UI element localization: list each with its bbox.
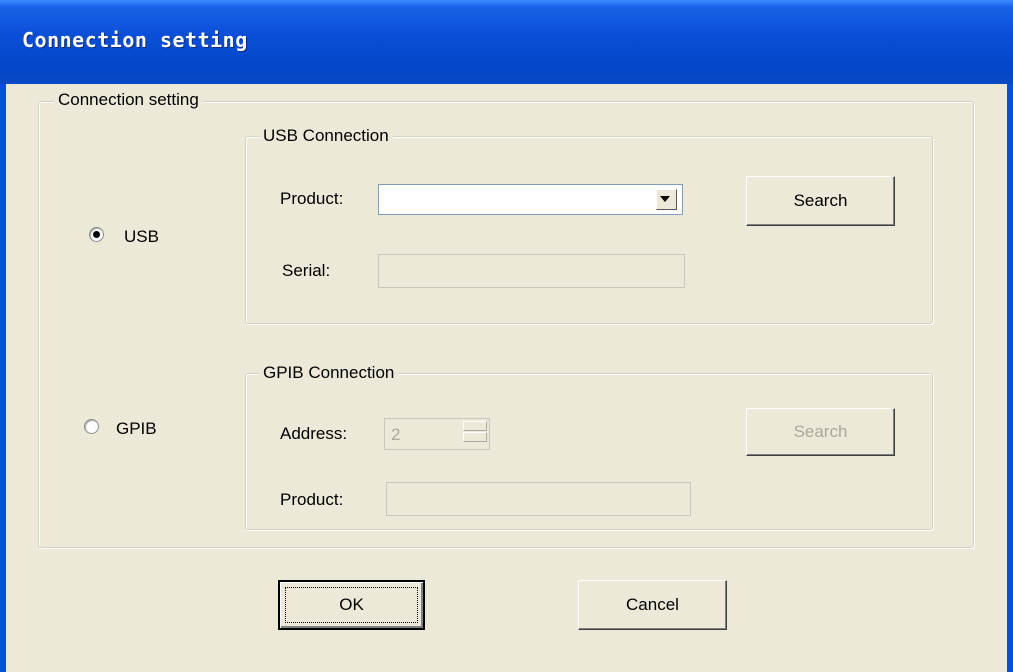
gpib-address-spinner[interactable]: 2 — [384, 418, 490, 450]
spinner-down[interactable] — [463, 432, 487, 442]
usb-connection-group — [245, 136, 933, 324]
radio-selected-dot — [93, 231, 100, 238]
cancel-button[interactable]: Cancel — [578, 580, 727, 630]
chevron-down-icon[interactable] — [656, 189, 677, 210]
usb-connection-legend: USB Connection — [259, 126, 393, 146]
window-border-left — [0, 84, 6, 672]
window-border-right — [1007, 84, 1013, 672]
usb-radio-label[interactable]: USB — [124, 227, 159, 247]
window-title: Connection setting — [22, 28, 248, 52]
gpib-connection-legend: GPIB Connection — [259, 363, 399, 383]
usb-search-button[interactable]: Search — [746, 176, 895, 226]
gpib-radio-label[interactable]: GPIB — [116, 419, 157, 439]
focus-rectangle — [285, 587, 418, 623]
spinner-arrows-icon[interactable] — [463, 421, 487, 443]
usb-product-label: Product: — [280, 189, 344, 208]
ok-button[interactable]: OK — [278, 580, 425, 630]
gpib-address-value: 2 — [391, 425, 401, 444]
gpib-search-button[interactable]: Search — [746, 408, 895, 456]
usb-product-select[interactable] — [378, 184, 683, 215]
gpib-product-label: Product: — [280, 490, 344, 509]
gpib-radio[interactable] — [84, 419, 99, 434]
usb-serial-field[interactable] — [378, 254, 685, 288]
gpib-product-field[interactable] — [386, 482, 691, 516]
usb-radio[interactable] — [89, 227, 104, 242]
gpib-address-label: Address: — [280, 424, 348, 443]
spinner-up[interactable] — [463, 421, 487, 431]
usb-serial-label: Serial: — [282, 261, 331, 280]
connection-setting-legend: Connection setting — [54, 90, 203, 110]
